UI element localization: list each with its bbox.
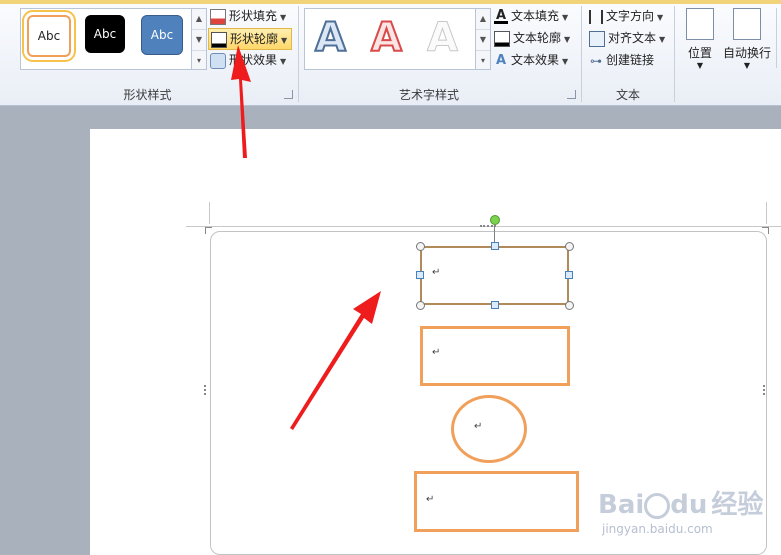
- watermark-brand2: du: [670, 490, 708, 520]
- watermark-url: jingyan.baidu.com: [602, 522, 713, 536]
- red-arrow-diagonal: [290, 291, 381, 430]
- watermark-logo: Bai du 经验: [598, 484, 763, 521]
- red-arrow-up: [231, 45, 251, 158]
- watermark-brand: Bai: [598, 490, 645, 520]
- watermark-site: 经验: [711, 490, 764, 520]
- paw-icon: [644, 492, 671, 519]
- baidu-jingyan-watermark: Bai du 经验 jingyan.baidu.com: [588, 470, 778, 550]
